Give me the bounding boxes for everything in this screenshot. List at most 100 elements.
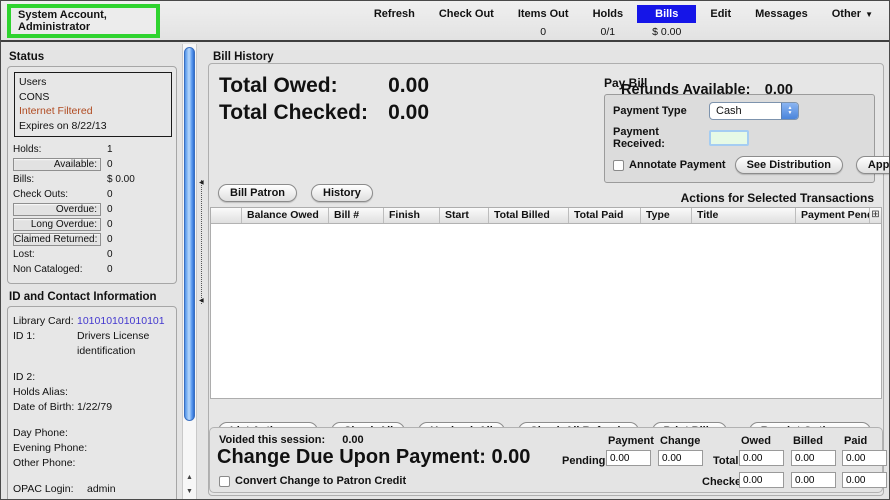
voided-session-label: Voided this session: [219,434,325,446]
tab-refresh-label: Refresh [364,5,425,23]
tab-bills[interactable]: Bills $ 0.00 [637,5,696,38]
total-checked-label: Total Checked: [219,99,369,126]
sidebar-scrollbar[interactable]: ▲ ▼ [182,44,197,499]
total-owed-value: 0.00 [369,72,429,99]
stat-holds: Holds: 1 [13,142,173,157]
stat-lost: Lost: 0 [13,247,173,262]
col-total-billed[interactable]: Total Billed [489,208,569,223]
total-billed-input[interactable] [791,450,836,466]
tab-other[interactable]: Other▼ [822,5,883,38]
contact-row-evening-phone: Evening Phone: [13,441,173,456]
change-column-header: Change [660,435,700,447]
tab-refresh[interactable]: Refresh [364,5,425,38]
payment-received-input[interactable] [709,130,749,146]
col-start[interactable]: Start [440,208,489,223]
stat-label: Overdue: [13,203,101,216]
column-picker-icon[interactable]: ⊞ [870,208,881,223]
voided-session-value: 0.00 [342,434,363,446]
checked-owed-input[interactable] [739,472,784,488]
contact-section-title: ID and Contact Information [9,291,181,303]
pay-bill-title: Pay Bill [604,76,875,90]
col-bill-number[interactable]: Bill # [329,208,384,223]
col-balance-owed[interactable]: Balance Owed [242,208,329,223]
contact-value: Drivers License [77,329,149,344]
annotate-payment-checkbox[interactable] [613,160,624,171]
splitter-grippy[interactable]: ◀ ◀ [201,180,202,304]
patron-name-highlight: System Account, Administrator [7,4,160,38]
tab-messages[interactable]: Messages [745,5,818,38]
contact-label: Day Phone: [13,426,75,441]
bills-table-body[interactable] [211,224,881,398]
stat-value: 0 [107,234,113,245]
patron-summary-sidebar: Status Users CONS Internet Filtered Expi… [1,44,181,499]
payment-type-label: Payment Type [613,105,709,117]
billed-column-header: Billed [793,435,823,447]
library-card-link[interactable]: 101010101010101 [77,314,165,329]
convert-change-label: Convert Change to Patron Credit [235,475,406,487]
contact-label-empty [13,344,75,359]
tab-edit[interactable]: Edit [700,5,741,38]
voided-session-row: Voided this session: 0.00 [219,434,364,446]
total-owed-row: Total Owed: 0.00 [219,72,429,99]
scroll-down-arrow-icon[interactable]: ▼ [183,485,196,499]
status-section-title: Status [9,51,181,63]
col-type[interactable]: Type [641,208,692,223]
convert-change-checkbox[interactable] [219,476,230,487]
pending-payment-input[interactable] [606,450,651,466]
see-distribution-button[interactable]: See Distribution [735,156,843,174]
col-payment-pending[interactable]: Payment Pending [796,208,870,223]
contact-row-dob: Date of Birth: 1/22/79 [13,400,173,415]
actions-for-selected-title: Actions for Selected Transactions [681,191,874,205]
change-due-row: Change Due Upon Payment: 0.00 [217,446,530,469]
total-paid-input[interactable] [842,450,887,466]
payment-type-select[interactable]: Cash ▲▼ [709,102,799,120]
contact-row-other-phone: Other Phone: [13,456,173,471]
bill-patron-button[interactable]: Bill Patron [218,184,297,202]
pay-bill-actions: Annotate Payment See Distribution Apply … [613,156,866,174]
stat-label: Check Outs: [13,189,101,200]
contact-group: Library Card: 101010101010101 ID 1: Driv… [7,306,177,500]
col-total-paid[interactable]: Total Paid [569,208,641,223]
tab-check-out[interactable]: Check Out [429,5,504,38]
change-due-label: Change Due Upon Payment: [217,446,486,468]
total-checked-value: 0.00 [369,99,429,126]
contact-label: Other Phone: [13,456,75,471]
scrollbar-thumb[interactable] [184,47,195,421]
stat-long-overdue: Long Overdue: 0 [13,217,173,232]
tab-items-out[interactable]: Items Out 0 [508,5,579,38]
history-button[interactable]: History [311,184,373,202]
scroll-up-arrow-icon[interactable]: ▲ [183,471,196,485]
total-checked-row: Total Checked: 0.00 [219,99,429,126]
contact-label: Evening Phone: [13,441,75,456]
stat-label: Lost: [13,249,101,260]
stat-claimed-returned: Claimed Returned: 0 [13,232,173,247]
stat-label: Long Overdue: [13,218,101,231]
apply-payment-button[interactable]: Apply Payment! [856,156,890,174]
tab-other-label: Other▼ [822,5,883,23]
tab-messages-label: Messages [745,5,818,23]
pending-change-input[interactable] [658,450,703,466]
contact-row-library-card: Library Card: 101010101010101 [13,314,173,329]
tab-holds-count: 0/1 [601,26,616,38]
paid-column-header: Paid [844,435,867,447]
col-select[interactable] [211,208,242,223]
stat-bills: Bills: $ 0.00 [13,172,173,187]
contact-value: 1/22/79 [77,400,112,415]
contact-label: ID 2: [13,370,75,385]
total-owed-input[interactable] [739,450,784,466]
splitter-arrow-icon: ◀ [199,180,204,186]
tab-holds-label: Holds [583,5,634,23]
bill-history-box: Total Owed: 0.00 Total Checked: 0.00 Ref… [208,63,884,496]
contact-row-id1-cont: identification [13,344,173,359]
payment-column-header: Payment [608,435,654,447]
panel-splitter[interactable]: ◀ ◀ [198,44,206,499]
tab-check-out-label: Check Out [429,5,504,23]
tab-holds[interactable]: Holds 0/1 [583,5,634,38]
pay-bill-section: Pay Bill Payment Type Cash ▲▼ Payment Re… [604,76,875,183]
stat-label: Claimed Returned: [13,233,101,246]
checked-billed-input[interactable] [791,472,836,488]
col-finish[interactable]: Finish [384,208,440,223]
col-title[interactable]: Title [692,208,796,223]
checked-paid-input[interactable] [842,472,887,488]
contact-value: identification [77,344,135,359]
